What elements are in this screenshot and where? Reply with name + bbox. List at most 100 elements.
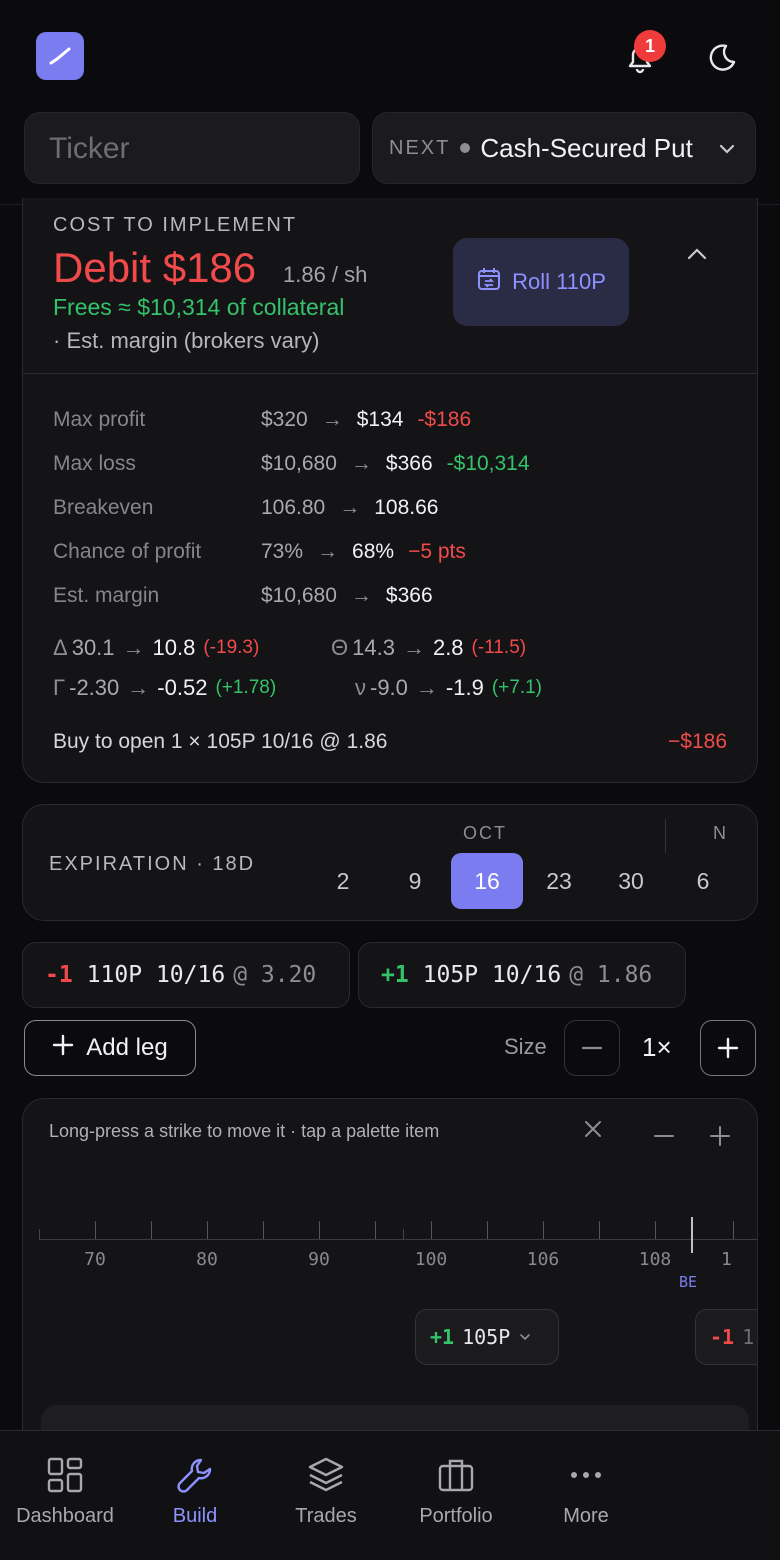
size-increase-button[interactable] [700,1020,756,1076]
strike-ladder-card: Long-press a strike to move it · tap a p… [22,1098,758,1458]
breakeven-label: BE [679,1273,698,1291]
greek-to: 2.8 [432,635,464,660]
axis-tick [487,1221,488,1239]
close-hint-icon[interactable] [583,1119,603,1144]
axis-tick [319,1221,320,1239]
strike-label: 100 [414,1249,448,1270]
metric-label: Breakeven [53,496,154,519]
nav-more[interactable]: More [526,1455,646,1528]
month-label: OCT [463,823,507,843]
per-share-cost: 1.86 / sh [283,262,368,287]
arrow-right-icon: → [321,408,343,431]
axis-tick [543,1221,544,1239]
ladder-hint: Long-press a strike to move it · tap a p… [49,1121,440,1141]
arrow-right-icon: → [350,452,372,475]
greeks-row: Γ -2.30 → -0.52 (+1.78) ν -9.0 → -1.9 (+… [53,668,733,708]
metric-to: 68% [352,540,395,563]
leg-chip[interactable]: +1 105P 10/16 @ 1.86 [358,942,686,1008]
collapse-chevron-up-icon[interactable] [685,242,709,271]
nav-dashboard[interactable]: Dashboard [5,1455,125,1528]
greek-to: -1.9 [445,675,484,700]
size-decrease-button[interactable] [564,1020,620,1076]
arrow-right-icon: → [122,635,145,660]
greek-from: -2.30 [69,675,120,700]
dark-mode-moon-icon[interactable] [702,38,742,78]
cost-to-implement-card: COST TO IMPLEMENT Debit $186 1.86 / sh F… [22,198,758,783]
metric-row: Max profit $320 → $134 -$186 [53,398,733,442]
metric-from: $10,680 [261,452,337,475]
axis-tick [599,1221,600,1239]
metric-from: 73% [261,540,304,563]
metric-to: $366 [385,584,433,607]
size-value: 1× [642,1032,672,1062]
expiration-day[interactable]: 30 [595,853,667,909]
greek-vega: ν -9.0 → -1.9 (+7.1) [355,675,542,701]
wrench-icon [177,1458,212,1493]
expiration-day-selected[interactable]: 16 [451,853,523,909]
app-header: 1 Ticker NEXT Cash-Secured Put [0,0,780,205]
greek-symbol: Γ [53,675,66,700]
ticker-input[interactable]: Ticker [24,112,360,184]
axis-tick [403,1229,404,1239]
strike-label: 108 [638,1249,672,1270]
greek-symbol: Δ [53,635,68,660]
metric-row: Chance of profit 73% → 68% −5 pts [53,530,733,574]
nav-label: Portfolio [419,1505,493,1527]
expiration-day[interactable]: 2 [307,853,379,909]
strike-chip[interactable]: -1 1 [695,1309,757,1365]
notification-count-badge: 1 [634,30,666,62]
greeks-summary: Δ 30.1 → 10.8 (-19.3) Θ 14.3 → 2.8 (-11.… [53,628,733,708]
nav-trades[interactable]: Trades [266,1455,386,1528]
axis-tick [431,1221,432,1239]
cost-label: COST TO IMPLEMENT [53,214,298,236]
leg-price: @ 3.20 [233,962,317,988]
greek-diff: (-11.5) [471,637,527,658]
strategy-name: Cash-Secured Put [480,132,693,163]
leg-quantity: -1 [45,962,73,988]
metric-row: Breakeven 106.80 → 108.66 [53,486,733,530]
nav-build[interactable]: Build [135,1455,255,1528]
greek-delta: Δ 30.1 → 10.8 (-19.3) [53,635,331,661]
expiration-day[interactable]: 23 [523,853,595,909]
chevron-down-icon [717,139,737,164]
app-logo-icon[interactable] [36,32,84,80]
layers-icon [308,1457,344,1492]
strategy-next-label: NEXT [389,136,451,159]
metric-row: Max loss $10,680 → $366 -$10,314 [53,442,733,486]
month-label-next: N [713,823,728,843]
arrow-right-icon: → [350,584,372,607]
arrow-right-icon: → [415,675,438,700]
strategy-selector[interactable]: NEXT Cash-Secured Put [372,112,756,184]
greek-diff: (-19.3) [203,637,260,658]
zoom-in-icon[interactable] [709,1125,731,1152]
strike-chip[interactable]: +1 105P [415,1309,559,1365]
metric-label: Max profit [53,408,146,431]
chevron-down-icon [518,1325,532,1349]
plus-icon [52,1034,74,1063]
metric-to: 108.66 [374,496,439,519]
cost-summary: COST TO IMPLEMENT Debit $186 1.86 / sh F… [23,198,757,374]
roll-button[interactable]: Roll 110P [453,238,629,326]
nav-label: Dashboard [16,1505,114,1527]
roll-button-label: Roll 110P [512,269,606,294]
greek-gamma: Γ -2.30 → -0.52 (+1.78) [53,675,355,701]
zoom-out-icon[interactable] [653,1125,675,1152]
bottom-navigation: Dashboard Build Trades Portfolio More [0,1430,780,1560]
arrow-right-icon: → [339,496,361,519]
axis-tick [375,1221,376,1239]
add-leg-button[interactable]: Add leg [24,1020,196,1076]
axis-tick [207,1221,208,1239]
strike-label: 1 [721,1249,732,1270]
nav-label: Build [172,1505,218,1527]
chip-quantity: +1 [430,1325,455,1349]
metrics-table: Max profit $320 → $134 -$186 Max loss $1… [53,398,733,618]
axis-tick [39,1229,40,1239]
leg-chip[interactable]: -1 110P 10/16 @ 3.20 [22,942,350,1008]
expiration-day[interactable]: 9 [379,853,451,909]
nav-portfolio[interactable]: Portfolio [396,1455,516,1528]
leg-quantity: +1 [381,962,409,988]
axis-tick [655,1221,656,1239]
chip-quantity: -1 [710,1325,735,1349]
expiration-day[interactable]: 6 [667,853,739,909]
chip-strike: 105P [462,1325,511,1349]
